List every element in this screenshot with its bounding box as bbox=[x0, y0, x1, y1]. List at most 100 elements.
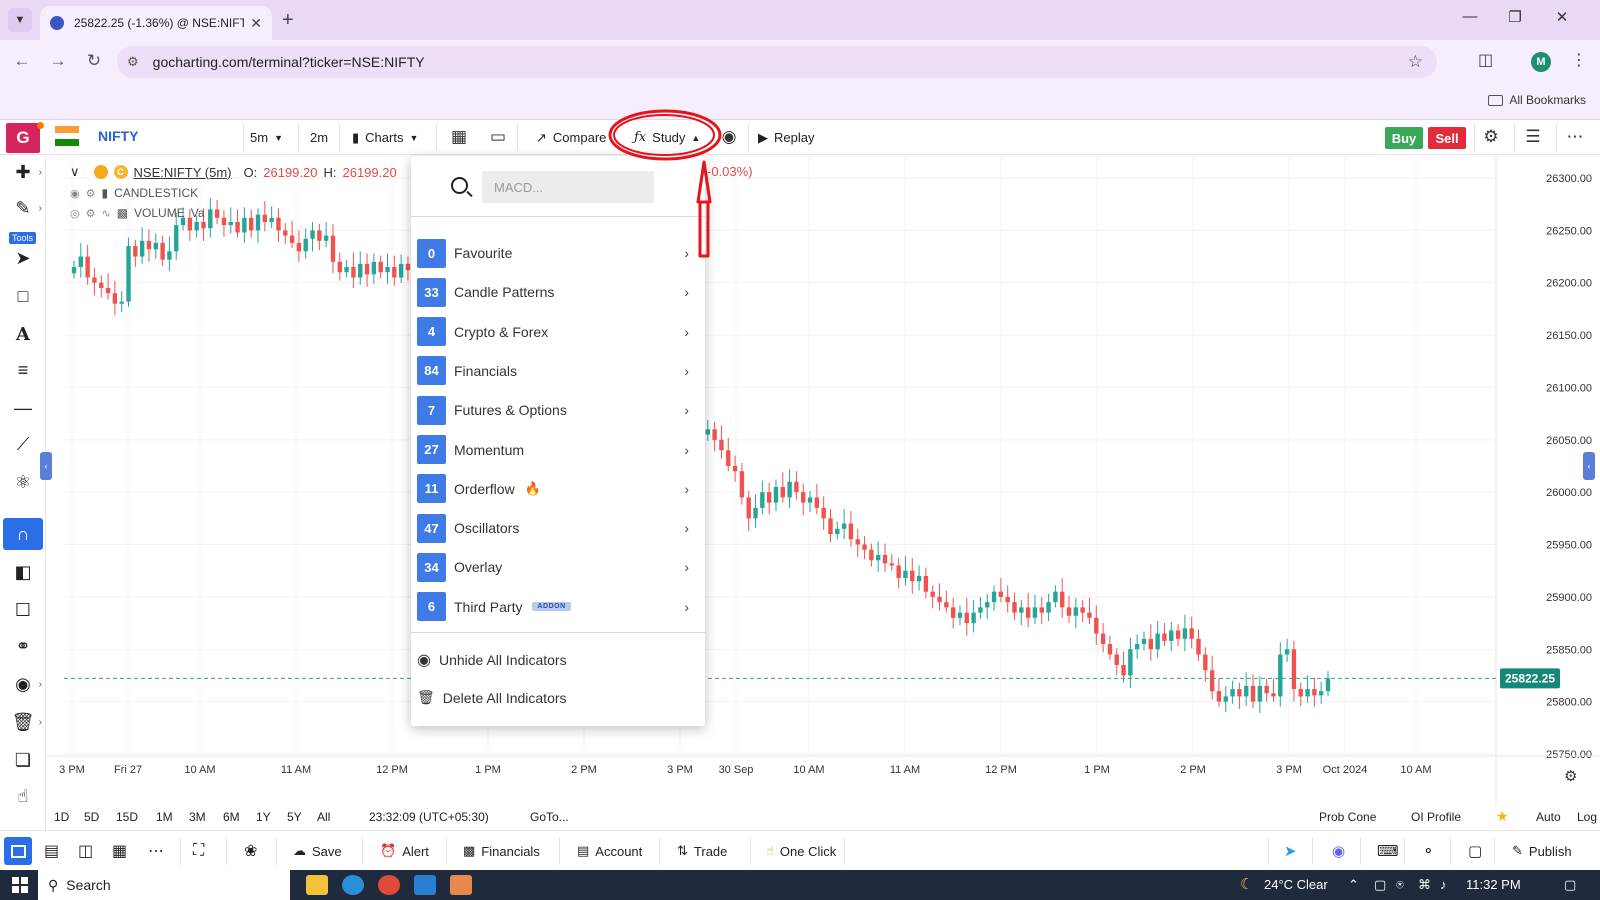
discord-button[interactable]: ◉ bbox=[1332, 831, 1345, 871]
study-category-item[interactable]: 6 Third Party ADDON › bbox=[411, 589, 705, 625]
range-button-6m[interactable]: 6M bbox=[223, 810, 240, 824]
trade-button[interactable]: ⇅ Trade bbox=[677, 831, 727, 871]
goto-button[interactable]: GoTo... bbox=[530, 810, 569, 824]
sell-button[interactable]: Sell bbox=[1428, 127, 1466, 149]
gocharting-logo[interactable]: G bbox=[6, 123, 40, 153]
gear-icon[interactable]: ⚙ bbox=[86, 187, 96, 200]
auto-scale-button[interactable]: Auto bbox=[1536, 810, 1561, 824]
hide-tool[interactable]: ☝ bbox=[0, 780, 46, 812]
rectangle-tool[interactable]: □ bbox=[0, 280, 46, 312]
charts-type-dropdown[interactable]: ▮ Charts ▼ bbox=[346, 120, 424, 155]
legend-collapse-icon[interactable]: ∨ bbox=[70, 164, 80, 180]
trash-tool[interactable]: 🗑 › bbox=[0, 706, 46, 738]
taskbar-search-box[interactable]: ⚲ Search bbox=[38, 870, 290, 900]
range-button-1m[interactable]: 1M bbox=[156, 810, 173, 824]
prob-cone-button[interactable]: Prob Cone bbox=[1319, 810, 1376, 824]
study-category-item[interactable]: 84 Financials › bbox=[411, 353, 705, 389]
study-button[interactable]: ƒx Study ▲ bbox=[628, 120, 706, 155]
study-category-item[interactable]: 11 Orderflow 🔥 › bbox=[411, 471, 705, 507]
camera-icon[interactable]: ◉ bbox=[718, 127, 740, 147]
oi-profile-button[interactable]: OI Profile bbox=[1411, 810, 1461, 824]
range-button-3m[interactable]: 3M bbox=[189, 810, 206, 824]
close-tab-icon[interactable]: ✕ bbox=[250, 15, 262, 32]
more-layouts-button[interactable]: ⋯ bbox=[148, 831, 164, 871]
volume-icon[interactable]: ♪ bbox=[1440, 877, 1447, 892]
fullscreen-button[interactable]: ⛶ bbox=[193, 831, 204, 871]
language-icon[interactable]: ⍟ bbox=[1396, 877, 1404, 893]
more-options-icon[interactable]: ⋯ bbox=[1564, 127, 1586, 147]
delete-all-indicators-button[interactable]: 🗑 Delete All Indicators bbox=[417, 689, 567, 706]
left-panel-collapse[interactable]: ‹ bbox=[40, 452, 52, 480]
magnet-tool[interactable]: ∩ bbox=[3, 518, 43, 550]
layout-grid-icon[interactable]: ▦ bbox=[448, 127, 470, 147]
video-button[interactable]: ▢ bbox=[1468, 831, 1482, 871]
vscode-icon[interactable] bbox=[414, 875, 436, 895]
keyboard-button[interactable]: ⌨ bbox=[1377, 831, 1399, 871]
profile-avatar[interactable]: M bbox=[1531, 52, 1551, 72]
study-category-item[interactable]: 0 Favourite › bbox=[411, 235, 705, 271]
range-button-5d[interactable]: 5D bbox=[84, 810, 99, 824]
edge-browser-icon[interactable] bbox=[342, 875, 364, 895]
range-button-all[interactable]: All bbox=[317, 810, 330, 824]
alert-button[interactable]: ⏰ Alert bbox=[380, 831, 429, 871]
measure-tool[interactable]: ❏ bbox=[0, 744, 46, 776]
tray-chevron-up-icon[interactable]: ⌃ bbox=[1348, 877, 1359, 893]
new-tab-button[interactable]: + bbox=[282, 9, 294, 32]
windows-start-icon[interactable] bbox=[12, 877, 28, 893]
visibility-tool[interactable]: ◉ › bbox=[0, 668, 46, 700]
notifications-icon[interactable]: ▢ bbox=[1564, 877, 1576, 893]
study-category-item[interactable]: 27 Momentum › bbox=[411, 432, 705, 468]
split-vertical-button[interactable]: ◫ bbox=[78, 831, 93, 871]
study-category-item[interactable]: 7 Futures & Options › bbox=[411, 392, 705, 428]
reload-icon[interactable]: ↻ bbox=[82, 51, 106, 71]
eye-icon[interactable]: ◉ bbox=[70, 187, 80, 200]
all-bookmarks-button[interactable]: All Bookmarks bbox=[1488, 93, 1586, 107]
split-horizontal-button[interactable]: ▤ bbox=[44, 831, 59, 871]
study-category-item[interactable]: 34 Overlay › bbox=[411, 549, 705, 585]
close-window-icon[interactable]: ✕ bbox=[1547, 8, 1577, 26]
grid-layout-button[interactable]: ▦ bbox=[112, 831, 127, 871]
symbol-search-button[interactable]: NIFTY bbox=[98, 128, 138, 144]
account-button[interactable]: ▤ Account bbox=[577, 831, 642, 871]
ruler-tool[interactable]: ◧ bbox=[0, 556, 46, 588]
minimize-icon[interactable]: — bbox=[1455, 8, 1485, 25]
range-button-5y[interactable]: 5Y bbox=[287, 810, 302, 824]
publish-button[interactable]: ✎ Publish bbox=[1512, 831, 1572, 871]
app-icon[interactable] bbox=[450, 875, 472, 895]
gear-icon[interactable]: ⚙ bbox=[1480, 127, 1502, 147]
interval-2m-button[interactable]: 2m bbox=[304, 120, 334, 155]
single-layout-button[interactable] bbox=[4, 837, 32, 865]
save-button[interactable]: ☁ Save bbox=[293, 831, 342, 871]
range-button-15d[interactable]: 15D bbox=[116, 810, 138, 824]
bookmark-star-icon[interactable]: ☆ bbox=[1408, 52, 1423, 72]
study-category-item[interactable]: 33 Candle Patterns › bbox=[411, 274, 705, 310]
url-omnibox[interactable]: ⚙ gocharting.com/terminal?ticker=NSE:NIF… bbox=[117, 46, 1437, 78]
clock-text[interactable]: 11:32 PM bbox=[1466, 877, 1521, 892]
cursor-tool[interactable]: ➤ bbox=[0, 242, 46, 274]
range-button-1d[interactable]: 1D bbox=[54, 810, 69, 824]
forward-arrow-icon[interactable]: → bbox=[46, 51, 70, 71]
right-panel-collapse[interactable]: ‹ bbox=[1583, 452, 1595, 480]
compare-button[interactable]: ↗ Compare bbox=[530, 120, 612, 155]
horizontal-line-tool[interactable]: — bbox=[0, 392, 46, 424]
range-button-1y[interactable]: 1Y bbox=[256, 810, 271, 824]
bars-icon[interactable]: ▭ bbox=[487, 127, 509, 147]
pencil-tool[interactable]: ✎ › bbox=[0, 192, 46, 224]
gear-icon[interactable]: ⚙ bbox=[86, 207, 96, 220]
restore-icon[interactable]: ❐ bbox=[1500, 8, 1530, 26]
eye-off-icon[interactable]: ◎ bbox=[70, 207, 80, 220]
lock-tool[interactable]: ☐ bbox=[0, 594, 46, 626]
telegram-button[interactable]: ➤ bbox=[1284, 831, 1297, 871]
wifi-icon[interactable]: ⌘ bbox=[1418, 877, 1431, 893]
legend-ticker[interactable]: NSE:NIFTY (5m) bbox=[134, 165, 232, 180]
chrome-browser-icon[interactable] bbox=[378, 875, 400, 895]
tab-search-button[interactable]: ▼ bbox=[8, 8, 32, 32]
one-click-button[interactable]: ☝ One Click bbox=[766, 831, 836, 871]
extensions-puzzle-icon[interactable]: ◫ bbox=[1478, 50, 1493, 70]
study-category-item[interactable]: 4 Crypto & Forex › bbox=[411, 314, 705, 350]
file-explorer-icon[interactable] bbox=[306, 875, 328, 895]
chart-area[interactable]: 26300.00 26250.00 26200.00 26150.00 26100.00… bbox=[46, 156, 1600, 806]
unhide-all-indicators-button[interactable]: ◉ Unhide All Indicators bbox=[417, 650, 567, 670]
weather-text[interactable]: 24°C Clear bbox=[1264, 877, 1328, 892]
favourite-star-icon[interactable]: ★ bbox=[1496, 808, 1509, 825]
